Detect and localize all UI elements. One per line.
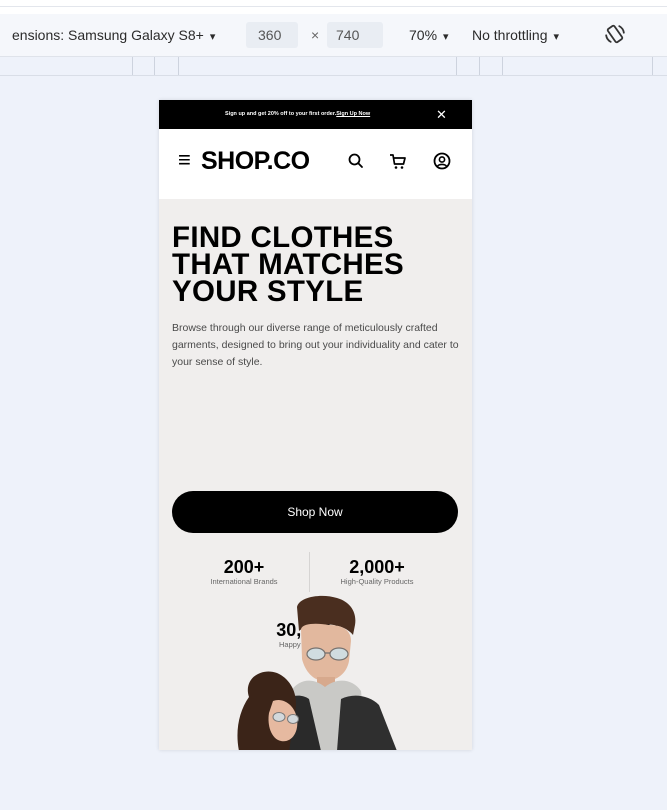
zoom-dropdown[interactable]: 70% ▾ (409, 25, 449, 47)
devtools-top-strip (0, 0, 667, 14)
signup-link[interactable]: Sign Up Now (336, 111, 370, 117)
shop-now-button[interactable]: Shop Now (172, 491, 458, 533)
zoom-value: 70% (409, 27, 438, 43)
divider (0, 6, 667, 7)
stat-label: International Brands (210, 577, 278, 586)
device-toolbar: ensions: Samsung Galaxy S8+ ▾ 360 × 740 7… (0, 14, 667, 57)
stat-divider (309, 552, 310, 592)
throttling-dropdown[interactable]: No throttling ▾ (472, 25, 559, 47)
hero-description: Browse through our diverse range of meti… (172, 322, 459, 368)
throttling-value: No throttling (472, 27, 548, 43)
stat-high-quality-products: 2,000+ High-Quality Products (322, 557, 432, 587)
account-icon[interactable] (432, 151, 452, 171)
ruler-tick (456, 57, 457, 75)
hero-models-image (237, 595, 397, 750)
close-icon[interactable]: ✕ (436, 108, 447, 121)
device-viewport: Sign up and get 20% off to your first or… (159, 100, 472, 750)
device-dimensions-dropdown[interactable]: ensions: Samsung Galaxy S8+ ▾ (12, 25, 215, 47)
chevron-down-icon: ▾ (443, 31, 449, 43)
hero-title-line: THAT MATCHES (172, 248, 404, 281)
ruler-tick (479, 57, 480, 75)
width-input[interactable]: 360 (258, 25, 281, 45)
hero-title: FIND CLOTHES THAT MATCHES YOUR STYLE (172, 221, 462, 308)
rotate-icon[interactable] (603, 22, 627, 46)
ruler-tick (178, 57, 179, 75)
promo-banner: Sign up and get 20% off to your first or… (159, 100, 472, 129)
stat-international-brands: 200+ International Brands (199, 557, 289, 587)
ruler-tick (652, 57, 653, 75)
promo-text: Sign up and get 20% off to your first or… (225, 111, 370, 117)
hero-title-line: YOUR STYLE (172, 275, 364, 308)
stat-value: 200+ (223, 557, 265, 577)
ruler-tick (132, 57, 133, 75)
ruler-tick (154, 57, 155, 75)
site-logo[interactable]: SHOP.CO (201, 148, 310, 174)
hero-title-line: FIND CLOTHES (172, 221, 394, 254)
ruler-tick (502, 57, 503, 75)
media-query-ruler (0, 57, 667, 76)
height-input[interactable]: 740 (336, 25, 359, 45)
stat-label: High-Quality Products (340, 577, 414, 586)
site-header: ≡ SHOP.CO (159, 129, 472, 199)
dimension-separator: × (311, 27, 320, 43)
chevron-down-icon: ▾ (209, 31, 216, 43)
promo-message: Sign up and get 20% off to your first or… (225, 111, 337, 117)
search-icon[interactable] (346, 151, 366, 171)
cart-icon[interactable] (388, 151, 408, 171)
device-dimensions-label: ensions: Samsung Galaxy S8+ (12, 27, 204, 43)
menu-icon[interactable]: ≡ (178, 149, 191, 171)
stat-value: 2,000+ (349, 557, 405, 577)
chevron-down-icon: ▾ (553, 31, 560, 43)
